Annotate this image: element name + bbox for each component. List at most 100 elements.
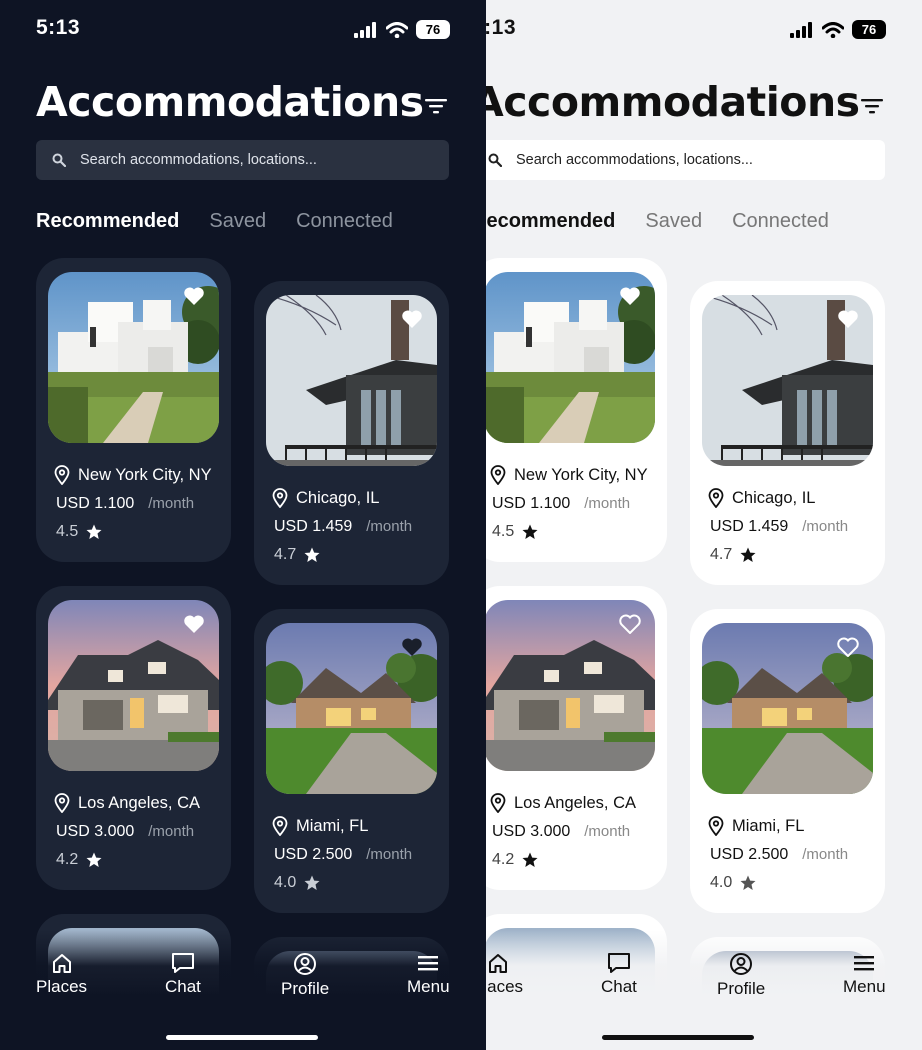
location-pin-icon: [708, 488, 724, 508]
listing-location: Chicago, IL: [732, 488, 816, 507]
tab-connected[interactable]: Connected: [732, 210, 829, 233]
listing-location: Los Angeles, CA: [78, 793, 200, 812]
light-theme-screen: 5:13 76 Accommodations Recommended Saved…: [486, 0, 922, 1050]
tab-saved[interactable]: Saved: [209, 210, 266, 233]
location-pin-icon: [708, 816, 724, 836]
battery-level: 76: [852, 20, 886, 39]
menu-icon: [854, 956, 875, 971]
heart-icon[interactable]: [619, 614, 641, 634]
nav-label: Chat: [601, 977, 637, 996]
listing-price: USD 3.000: [492, 823, 571, 840]
listing-photo: [266, 295, 437, 466]
signal-icon: [354, 21, 376, 38]
listing-photo: [48, 272, 219, 443]
star-icon: [740, 875, 756, 890]
nav-label: Profile: [281, 979, 330, 998]
listing-card[interactable]: Chicago, IL USD 1.459/month 4.7: [254, 281, 449, 585]
search-icon: [488, 153, 502, 167]
star-icon: [304, 875, 320, 890]
heart-icon[interactable]: [183, 614, 205, 634]
listing-location: New York City, NY: [514, 465, 648, 484]
filter-icon[interactable]: [424, 96, 448, 116]
search-icon: [52, 153, 66, 167]
heart-icon[interactable]: [401, 637, 423, 657]
heart-icon[interactable]: [837, 637, 859, 657]
heart-icon[interactable]: [183, 286, 205, 306]
listing-location: Miami, FL: [296, 816, 369, 835]
nav-label: Menu: [843, 977, 886, 996]
listing-period: /month: [802, 518, 849, 535]
listing-rating: 4.2: [492, 851, 515, 868]
nav-menu[interactable]: Menu: [407, 952, 450, 997]
listing-period: /month: [148, 495, 195, 512]
nav-label: Places: [36, 977, 88, 996]
tab-saved[interactable]: Saved: [645, 210, 702, 233]
bottom-nav: Places Chat Profile Menu: [486, 952, 922, 1012]
status-bar: 5:13 76: [36, 14, 450, 44]
status-time: 5:13: [486, 16, 517, 39]
chat-icon: [171, 953, 194, 973]
listing-photo: [48, 600, 219, 771]
home-icon: [52, 954, 71, 973]
home-icon: [488, 954, 507, 973]
listing-card[interactable]: New York City, NY USD 1.100/month 4.5: [36, 258, 231, 562]
nav-label: Places: [486, 977, 524, 996]
battery-level: 76: [416, 20, 450, 39]
listing-card[interactable]: Miami, FL USD 2.500/month 4.0: [690, 609, 885, 913]
home-indicator: [166, 1035, 318, 1040]
listing-price: USD 1.100: [492, 495, 571, 512]
star-icon: [86, 524, 102, 539]
heart-icon[interactable]: [619, 286, 641, 306]
profile-icon: [730, 953, 753, 975]
heart-icon[interactable]: [837, 309, 859, 329]
listing-card[interactable]: Los Angeles, CA USD 3.000/month 4.2: [36, 586, 231, 890]
status-bar: 5:13 76: [486, 14, 886, 44]
search-bar[interactable]: [36, 140, 449, 180]
location-pin-icon: [490, 465, 506, 485]
wifi-icon: [822, 21, 844, 38]
listing-rating: 4.0: [274, 874, 297, 891]
tab-connected[interactable]: Connected: [296, 210, 393, 233]
heart-icon[interactable]: [401, 309, 423, 329]
location-pin-icon: [490, 793, 506, 813]
location-pin-icon: [272, 488, 288, 508]
profile-icon: [294, 953, 317, 975]
tab-bar: Recommended Saved Connected: [486, 210, 829, 233]
search-input[interactable]: [80, 152, 410, 168]
listing-location: Miami, FL: [732, 816, 805, 835]
listing-card[interactable]: New York City, NY USD 1.100/month 4.5: [486, 258, 667, 562]
star-icon: [522, 524, 538, 539]
nav-profile[interactable]: Profile: [281, 952, 329, 999]
star-icon: [740, 547, 756, 562]
listing-price: USD 1.459: [710, 518, 789, 535]
location-pin-icon: [54, 793, 70, 813]
listing-photo: [486, 272, 655, 443]
nav-chat[interactable]: Chat: [601, 952, 637, 997]
nav-places[interactable]: Places: [486, 952, 523, 997]
listing-card[interactable]: Los Angeles, CA USD 3.000/month 4.2: [486, 586, 667, 890]
listing-price: USD 2.500: [274, 846, 353, 863]
location-pin-icon: [272, 816, 288, 836]
search-bar[interactable]: [486, 140, 885, 180]
nav-places[interactable]: Places: [36, 952, 87, 997]
nav-chat[interactable]: Chat: [165, 952, 201, 997]
tab-bar: Recommended Saved Connected: [36, 210, 393, 233]
listing-rating: 4.2: [56, 851, 79, 868]
dark-theme-screen: 5:13 76 Accommodations Recommended Saved…: [0, 0, 486, 1050]
listing-price: USD 3.000: [56, 823, 135, 840]
star-icon: [86, 852, 102, 867]
filter-icon[interactable]: [860, 96, 884, 116]
listing-card[interactable]: Chicago, IL USD 1.459/month 4.7: [690, 281, 885, 585]
listing-rating: 4.5: [56, 523, 79, 540]
listing-location: Chicago, IL: [296, 488, 380, 507]
chat-icon: [607, 953, 630, 973]
nav-profile[interactable]: Profile: [717, 952, 765, 999]
search-input[interactable]: [516, 152, 846, 168]
tab-recommended[interactable]: Recommended: [486, 210, 615, 233]
tab-recommended[interactable]: Recommended: [36, 210, 179, 233]
nav-menu[interactable]: Menu: [843, 952, 886, 997]
listing-rating: 4.7: [274, 546, 297, 563]
listing-card[interactable]: Miami, FL USD 2.500/month 4.0: [254, 609, 449, 913]
listing-rating: 4.7: [710, 546, 733, 563]
listing-rating: 4.0: [710, 874, 733, 891]
